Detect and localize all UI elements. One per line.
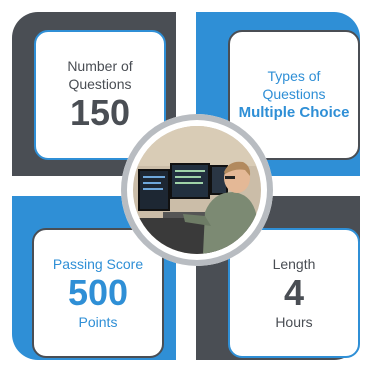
card-value: 4	[283, 272, 305, 313]
card-length: Length 4 Hours	[228, 228, 360, 358]
card-passing-score: Passing Score 500 Points	[32, 228, 164, 358]
card-value: 500	[67, 272, 129, 313]
card-label: Questions	[262, 86, 326, 102]
card-value: 150	[69, 92, 131, 133]
card-label: Questions	[68, 76, 132, 92]
card-unit: Points	[78, 314, 118, 330]
card-label: Passing Score	[52, 256, 144, 272]
photo-illustration	[133, 126, 261, 254]
person-at-computer-photo	[133, 126, 261, 254]
card-label: Types of	[267, 68, 321, 84]
card-value: Multiple Choice	[238, 104, 350, 121]
exam-info-graphic: Number of Questions 150 Types of Questio…	[0, 0, 371, 375]
card-label: Number of	[67, 58, 133, 74]
card-label: Length	[272, 256, 316, 272]
card-unit: Hours	[275, 314, 313, 330]
